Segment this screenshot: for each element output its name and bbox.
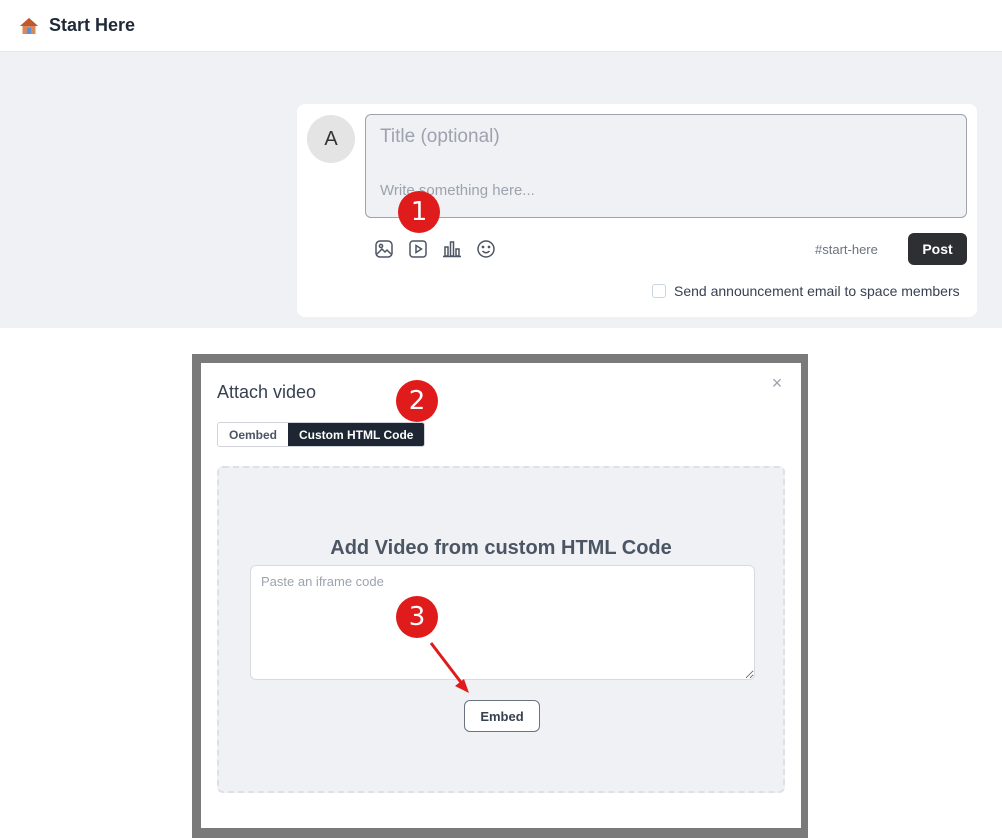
embed-type-tabs: Oembed Custom HTML Code [217,422,426,447]
announce-label: Send announcement email to space members [674,283,960,299]
step-marker-3: 3 [396,596,438,638]
tab-oembed[interactable]: Oembed [218,423,289,446]
composer-toolbar [373,238,497,260]
video-icon[interactable] [407,238,429,260]
post-button[interactable]: Post [908,233,967,265]
tab-custom-html-code[interactable]: Custom HTML Code [288,423,425,446]
announce-checkbox[interactable] [652,284,666,298]
modal-title: Attach video [217,382,317,402]
close-icon[interactable]: × [769,373,785,393]
step-marker-1: 1 [398,191,440,233]
page-title: Start Here [49,15,136,35]
poll-icon[interactable] [441,238,463,260]
announce-option[interactable]: Send announcement email to space members [652,283,960,299]
space-hashtag: #start-here [815,242,878,257]
image-icon[interactable] [373,238,395,260]
avatar[interactable]: A [307,115,355,163]
step-marker-2: 2 [396,380,438,422]
embed-button[interactable]: Embed [464,700,540,732]
post-editor[interactable]: Title (optional) Write something here... [365,114,967,218]
panel-heading: Add Video from custom HTML Code [330,537,672,559]
house-icon [19,16,39,36]
attach-video-modal: Attach video × Oembed Custom HTML Code A… [201,363,801,828]
top-header: Start Here [0,0,1002,52]
embed-panel: Add Video from custom HTML Code Embed [217,466,785,793]
iframe-code-input[interactable] [250,565,755,680]
title-input[interactable]: Title (optional) [380,126,500,148]
emoji-icon[interactable] [475,238,497,260]
